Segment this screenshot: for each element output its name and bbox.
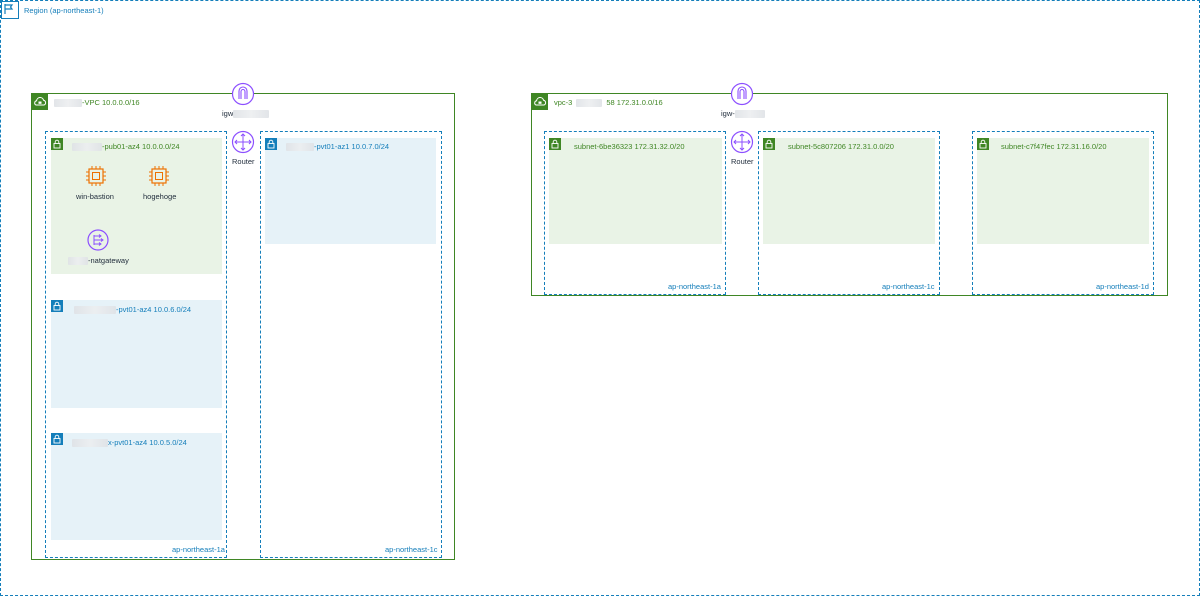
private-subnet-az4-6-box bbox=[51, 300, 222, 408]
router-icon[interactable] bbox=[231, 130, 255, 154]
vpc1-igw-label: igw bbox=[222, 109, 270, 119]
internet-gateway-icon[interactable] bbox=[231, 82, 255, 106]
padlock-icon bbox=[51, 138, 63, 150]
padlock-icon bbox=[977, 138, 989, 150]
private-subnet-az1-label: -pvt01-az1 10.0.7.0/24 bbox=[286, 142, 389, 152]
vpc2-label: vpc-3 58 172.31.0.0/16 bbox=[554, 98, 663, 108]
ec2-win-bastion-label: win-bastion bbox=[76, 192, 114, 201]
vpc2-igw-label: igw- bbox=[721, 109, 765, 119]
vpc1-label: -VPC 10.0.0.0/16 bbox=[54, 98, 140, 108]
subnet-c7f47fec-box bbox=[977, 138, 1149, 244]
chip-icon[interactable] bbox=[147, 164, 171, 188]
subnet-c7f47fec-label: subnet-c7f47fec 172.31.16.0/20 bbox=[1001, 142, 1107, 151]
ec2-hogehoge-label: hogehoge bbox=[143, 192, 177, 201]
padlock-icon bbox=[549, 138, 561, 150]
subnet-5c807206-box bbox=[763, 138, 935, 244]
private-subnet-az4-5-label: x-pvt01-az4 10.0.5.0/24 bbox=[72, 438, 187, 448]
public-subnet-box bbox=[51, 138, 222, 274]
vpc2-az-c-label: ap-northeast-1c bbox=[882, 282, 935, 291]
cloud-lock-icon bbox=[32, 94, 48, 110]
vpc1-az-c-label: ap-northeast-1c bbox=[385, 545, 438, 554]
public-subnet-label: -pub01-az4 10.0.0.0/24 bbox=[72, 142, 180, 152]
subnet-6be36323-label: subnet-6be36323 172.31.32.0/20 bbox=[574, 142, 685, 151]
subnet-6be36323-box bbox=[549, 138, 722, 244]
padlock-icon bbox=[763, 138, 775, 150]
router-icon[interactable] bbox=[730, 130, 754, 154]
padlock-icon bbox=[51, 433, 63, 445]
vpc1-az-a-label: ap-northeast-1a bbox=[172, 545, 225, 554]
vpc2-router-label: Router bbox=[731, 157, 754, 166]
subnet-5c807206-label: subnet-5c807206 172.31.0.0/20 bbox=[788, 142, 894, 151]
nat-gateway-icon[interactable] bbox=[86, 228, 110, 252]
vpc1-router-label: Router bbox=[232, 157, 255, 166]
natgateway-label: -natgateway bbox=[68, 256, 129, 266]
vpc2-az-a-label: ap-northeast-1a bbox=[668, 282, 721, 291]
region-flag-icon bbox=[1, 1, 19, 19]
padlock-icon bbox=[51, 300, 63, 312]
padlock-icon bbox=[265, 138, 277, 150]
private-subnet-az4-5-box bbox=[51, 433, 222, 540]
cloud-lock-icon bbox=[532, 94, 548, 110]
region-label: Region (ap-northeast-1) bbox=[24, 6, 104, 15]
private-subnet-az4-6-label: -pvt01-az4 10.0.6.0/24 bbox=[74, 305, 191, 315]
chip-icon[interactable] bbox=[84, 164, 108, 188]
vpc2-az-d-label: ap-northeast-1d bbox=[1096, 282, 1149, 291]
internet-gateway-icon[interactable] bbox=[730, 82, 754, 106]
private-subnet-az1-box bbox=[265, 138, 436, 244]
